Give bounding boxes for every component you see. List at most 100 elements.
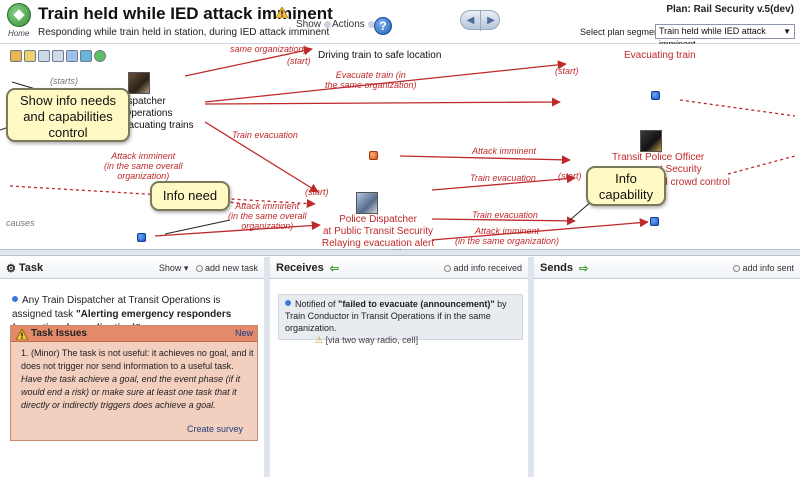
transit-police-node[interactable]: Transit Police Officer: [612, 152, 704, 164]
arrow-left-icon: ⇦: [329, 263, 339, 275]
add-info-sent-link[interactable]: add info sent: [742, 263, 794, 273]
history-nav: ◀ ▶: [460, 10, 501, 31]
receives-panel-title-text: Receives: [276, 262, 324, 274]
event-marker[interactable]: [650, 217, 659, 226]
edge-label: (start): [555, 66, 579, 76]
police-dispatcher-node[interactable]: Police Dispatcher at Public Transit Secu…: [312, 214, 444, 249]
warning-icon: ⚠: [315, 335, 326, 345]
warning-icon: [16, 329, 28, 340]
create-survey-link[interactable]: Create survey: [187, 424, 243, 434]
dispatcher-avatar[interactable]: [128, 72, 150, 94]
evacuating-train-node[interactable]: Evacuating train: [624, 50, 696, 62]
edge-label: (start): [558, 171, 582, 181]
flow-edge[interactable]: [679, 99, 796, 117]
node-org: at Public Transit Security: [322, 226, 434, 237]
edge-label-line: Attack imminent: [111, 151, 176, 161]
task-issue-remediation: Have the task achieve a goal, end the ev…: [21, 374, 241, 410]
warning-icon[interactable]: [276, 7, 288, 18]
edge-label: Train evacuation: [232, 130, 298, 140]
task-panel-title: ⚙ Task: [6, 262, 43, 275]
node-task: Relaying evacuation alert: [321, 238, 435, 249]
home-logo[interactable]: Home: [6, 3, 32, 41]
task-issue-item: 1. (Minor) The task is not useful: it ac…: [21, 347, 255, 412]
task-panel-title-text: Task: [18, 262, 44, 274]
driving-train-node[interactable]: Driving train to safe location: [318, 50, 441, 62]
info-received-channels: ⚠ [via two way radio, cell]: [315, 334, 518, 346]
edge-label-line: organization): [117, 171, 170, 181]
info-capability-callout: Info capability: [586, 166, 666, 206]
task-issue-text: 1. (Minor) The task is not useful: it ac…: [21, 348, 254, 371]
event-marker[interactable]: [651, 91, 660, 100]
edge-label: Attack imminent (in the same organizatio…: [455, 226, 559, 246]
edge-label: Attack imminent: [472, 146, 537, 156]
bullet-icon: [12, 296, 18, 302]
chevron-down-icon: ▾: [181, 263, 194, 273]
receives-panel: Receives ⇦ add info received Notified of…: [270, 257, 534, 477]
new-issue-link[interactable]: New: [235, 328, 253, 338]
info-received-via: [via two way radio, cell]: [325, 335, 419, 345]
edge-label: Attack imminent (in the same overall org…: [104, 151, 183, 181]
home-logo-label: Home: [8, 29, 30, 38]
forward-arrow-icon[interactable]: ▶: [481, 11, 501, 31]
segment-select-label: Select plan segment:: [580, 27, 665, 37]
layout-icon[interactable]: [10, 50, 22, 62]
flow-edge[interactable]: [399, 155, 571, 165]
actions-menu[interactable]: Actions: [332, 19, 375, 30]
home-icon[interactable]: [7, 3, 31, 27]
task-panel-header: ⚙ Task Show ▾ add new task: [0, 257, 264, 279]
flow-edge[interactable]: [204, 97, 561, 107]
sends-panel-title: Sends ⇨: [540, 262, 591, 275]
fit-icon[interactable]: [80, 50, 92, 62]
edge-label: Train evacuation: [472, 210, 538, 220]
help-icon[interactable]: ?: [374, 17, 392, 35]
info-need-callout: Info need: [150, 181, 230, 211]
edge-label: (start): [287, 56, 311, 66]
zoom-icon[interactable]: [66, 50, 78, 62]
edge-label-line: Attack imminent: [235, 201, 300, 211]
show-menu[interactable]: Show: [296, 19, 332, 30]
gear-icon: ⚙: [6, 263, 16, 275]
show-menu-label: Show: [296, 19, 322, 30]
task-show-menu[interactable]: Show: [159, 263, 182, 273]
back-arrow-icon[interactable]: ◀: [461, 11, 481, 31]
add-circle-icon: [195, 265, 203, 272]
info-needs-callout: Show info needs and capabilities control: [6, 88, 130, 142]
flow-map[interactable]: Dispatcher t Operations evacuating train…: [0, 44, 800, 249]
callout-line: capability: [598, 187, 654, 202]
edge-label: causes: [6, 218, 35, 228]
event-marker[interactable]: [369, 151, 378, 160]
task-issues-header: Task Issues New: [11, 326, 257, 342]
copy-icon[interactable]: [38, 50, 50, 62]
add-new-task-link[interactable]: add new task: [205, 263, 258, 273]
segment-select[interactable]: Train held while IED attack imminent ▼: [655, 24, 795, 49]
add-circle-icon: [733, 265, 741, 272]
info-received-name[interactable]: "failed to evacuate (announcement)": [338, 299, 495, 309]
event-marker[interactable]: [137, 233, 146, 242]
edge-label: Train evacuation: [470, 173, 536, 183]
edge-label: Attack imminent (in the same overall org…: [228, 201, 307, 231]
edge-label-line: the same organization): [325, 80, 417, 90]
edge-label: Evacuate train (in the same organization…: [325, 70, 417, 90]
panel-splitter[interactable]: [0, 244, 800, 256]
transit-police-avatar[interactable]: [640, 130, 662, 152]
map-toolbar: [10, 50, 106, 64]
task-issues-title: Task Issues: [31, 328, 87, 339]
add-info-received-link[interactable]: add info received: [453, 263, 522, 273]
edge-label-line: organization): [241, 221, 294, 231]
folder-icon[interactable]: [24, 50, 36, 62]
edge-label: same organization): [230, 44, 307, 54]
refresh-icon[interactable]: [94, 50, 106, 62]
callout-line: control: [48, 125, 88, 140]
receives-panel-actions: add info received: [444, 263, 522, 273]
info-received-item[interactable]: Notified of "failed to evacuate (announc…: [278, 294, 523, 345]
receives-panel-title: Receives ⇦: [276, 262, 342, 275]
police-dispatcher-avatar[interactable]: [356, 192, 378, 214]
flow-edge[interactable]: [727, 155, 796, 175]
task-panel-actions: Show ▾ add new task: [159, 263, 258, 274]
callout-line: and capabilities: [23, 109, 113, 124]
callout-line: Info: [615, 171, 637, 186]
node-role: Police Dispatcher: [339, 214, 417, 225]
grid-icon[interactable]: [52, 50, 64, 62]
transit-police-org: t Security: [660, 164, 702, 175]
sends-panel-header: Sends ⇨ add info sent: [534, 257, 800, 279]
